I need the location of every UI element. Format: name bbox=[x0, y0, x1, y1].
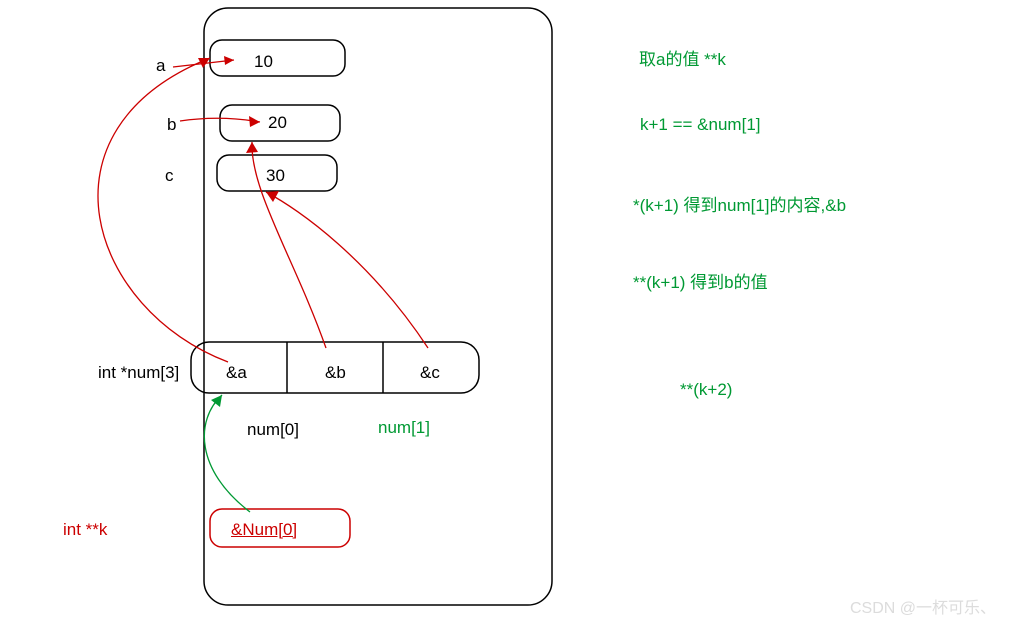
cell-k: &Num[0] bbox=[231, 520, 297, 540]
label-a: a bbox=[156, 56, 165, 76]
diagram-canvas bbox=[0, 0, 1010, 622]
label-k-decl: int **k bbox=[63, 520, 107, 540]
arrow-k bbox=[204, 395, 250, 512]
cell-amp-b: &b bbox=[325, 363, 346, 383]
cell-amp-a: &a bbox=[226, 363, 247, 383]
label-num1: num[1] bbox=[378, 418, 430, 438]
note-2: k+1 == &num[1] bbox=[640, 115, 761, 135]
arrow-amp-b bbox=[252, 142, 326, 348]
value-c: 30 bbox=[266, 166, 285, 186]
cell-amp-c: &c bbox=[420, 363, 440, 383]
arrow-amp-a bbox=[98, 58, 228, 362]
note-5: **(k+2) bbox=[680, 380, 732, 400]
box-a bbox=[210, 40, 345, 76]
note-1: 取a的值 **k bbox=[639, 45, 726, 70]
memory-box bbox=[204, 8, 552, 605]
label-num-decl: int *num[3] bbox=[98, 363, 179, 383]
value-a: 10 bbox=[254, 52, 273, 72]
arrow-amp-c bbox=[266, 192, 428, 348]
note-3: *(k+1) 得到num[1]的内容,&b bbox=[633, 191, 846, 216]
note-4: **(k+1) 得到b的值 bbox=[633, 268, 768, 293]
label-num0: num[0] bbox=[247, 420, 299, 440]
watermark: CSDN @一杯可乐、 bbox=[850, 594, 996, 618]
label-c: c bbox=[165, 166, 174, 186]
value-b: 20 bbox=[268, 113, 287, 133]
label-b: b bbox=[167, 115, 176, 135]
